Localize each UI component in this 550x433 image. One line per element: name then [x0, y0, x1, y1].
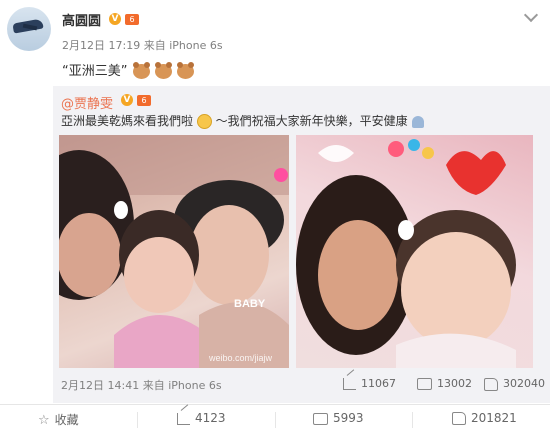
post-text-content: “亚洲三美” [62, 64, 128, 79]
repost-text: 亞洲最美乾媽來看我們啦 ～我們祝福大家新年快樂，平安健康 [61, 112, 424, 129]
divider [0, 404, 550, 405]
like-button[interactable]: 201821 [452, 411, 517, 425]
bear-emoji-icon [132, 62, 150, 79]
author-avatar[interactable] [7, 7, 51, 51]
reposted-weibo: @贾静雯 V 6 亞洲最美乾媽來看我們啦 ～我們祝福大家新年快樂，平安健康 BA… [53, 86, 550, 403]
post-meta: 2月12日 17:19 来自 iPhone 6s [62, 37, 223, 53]
repost-source-link[interactable]: iPhone 6s [168, 379, 221, 392]
repost-share-count: 11067 [361, 377, 396, 390]
comment-icon [313, 412, 328, 425]
photo-watermark: weibo.com/jiajw [209, 353, 273, 363]
comment-count: 5993 [333, 411, 364, 425]
photo-1-illustration [59, 135, 289, 368]
verified-badge-icon: V [109, 13, 121, 25]
vip-level-badge-icon[interactable]: 6 [137, 95, 151, 106]
vip-level-badge-icon[interactable]: 6 [125, 14, 139, 25]
like-count: 201821 [471, 411, 517, 425]
repost-text-part-1: 亞洲最美乾媽來看我們啦 [61, 114, 194, 128]
repost-text-part-2: ～我們祝福大家新年快樂，平安健康 [215, 114, 408, 128]
source-link[interactable]: iPhone 6s [169, 39, 222, 52]
verified-badge-icon: V [121, 94, 133, 106]
source-prefix: 来自 [143, 39, 166, 52]
share-icon [177, 412, 190, 425]
repost-like-count: 302040 [503, 377, 545, 390]
bear-emoji-icon [154, 62, 172, 79]
repost-photo-2[interactable] [296, 135, 533, 368]
photo-overlay-text: BABY [234, 298, 266, 310]
chevron-down-icon[interactable] [523, 7, 539, 23]
share-button[interactable]: 4123 [177, 411, 226, 425]
share-icon [343, 378, 356, 390]
comment-button[interactable]: 5993 [313, 411, 364, 425]
photo-2-illustration [296, 139, 516, 368]
repost-date[interactable]: 2月12日 14:41 [61, 379, 139, 392]
share-count: 4123 [195, 411, 226, 425]
post-date[interactable]: 2月12日 17:19 [62, 39, 140, 52]
repost-comment-count: 13002 [437, 377, 472, 390]
repost-source-prefix: 来自 [142, 379, 165, 392]
pray-emoji-icon [411, 115, 424, 128]
favorite-label: 收藏 [54, 413, 79, 427]
favorite-button[interactable]: ☆ 收藏 [38, 411, 79, 428]
thumbs-up-icon [484, 377, 498, 391]
star-icon: ☆ [38, 413, 50, 428]
repost-author-link[interactable]: @贾静雯 [61, 93, 113, 112]
repost-meta: 2月12日 14:41 来自 iPhone 6s [61, 377, 222, 393]
repost-photo-1[interactable]: BABY weibo.com/jiajw [59, 135, 289, 368]
bear-emoji-icon [176, 62, 194, 79]
smile-emoji-icon [196, 114, 212, 129]
repost-share-action[interactable]: 11067 [343, 377, 396, 390]
author-name[interactable]: 高圆圆 [62, 10, 101, 29]
comment-icon [417, 378, 432, 390]
thumbs-up-icon [452, 412, 466, 425]
repost-comment-action[interactable]: 13002 [417, 377, 472, 390]
repost-like-action[interactable]: 302040 [484, 377, 545, 391]
post-text: “亚洲三美” [62, 60, 194, 79]
